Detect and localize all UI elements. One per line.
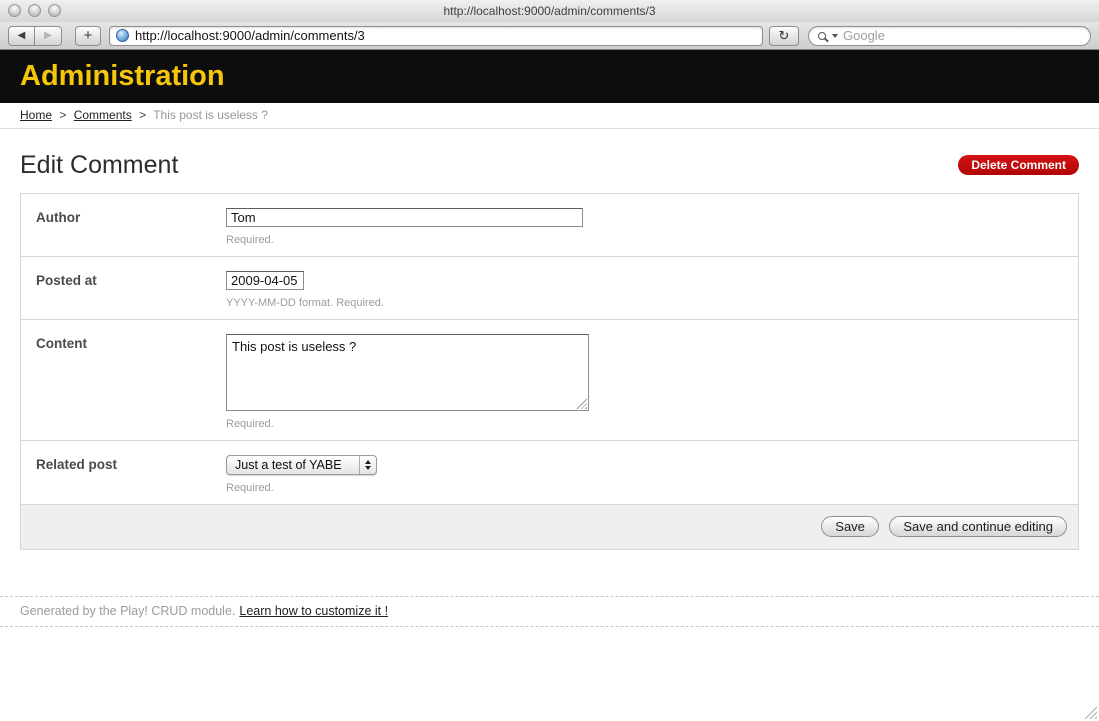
window-titlebar: http://localhost:9000/admin/comments/3 (0, 0, 1099, 22)
content-field-widget: This post is useless ? Required. (226, 334, 589, 430)
related-post-field-label: Related post (21, 455, 226, 494)
related-post-field-widget: Just a test of YABE Required. (226, 455, 377, 494)
select-stepper-arrows-icon (359, 456, 376, 474)
search-icon (818, 32, 826, 40)
author-field-row: Author Required. (21, 194, 1078, 257)
posted-at-help-text: YYYY-MM-DD format. Required. (226, 297, 384, 309)
breadcrumb: Home > Comments > This post is useless ? (0, 103, 1099, 129)
history-nav-group: ◀ ▶ (8, 26, 62, 46)
author-input[interactable] (226, 208, 583, 227)
back-button[interactable]: ◀ (8, 26, 35, 46)
breadcrumb-separator: > (59, 108, 66, 122)
page-footer: Generated by the Play! CRUD module. Learn… (0, 596, 1099, 627)
breadcrumb-separator: > (139, 108, 146, 122)
browser-toolbar: ◀ ▶ + ↻ (0, 22, 1099, 50)
search-field[interactable] (808, 26, 1091, 46)
posted-at-field-widget: YYYY-MM-DD format. Required. (226, 271, 384, 309)
content-textarea[interactable]: This post is useless ? (226, 334, 589, 411)
add-bookmark-button[interactable]: + (75, 26, 101, 46)
address-input[interactable] (135, 28, 756, 43)
admin-banner: Administration (0, 50, 1099, 103)
footer-text: Generated by the Play! CRUD module. (20, 604, 235, 618)
edit-comment-form: Author Required. Posted at YYYY-MM-DD fo… (20, 193, 1079, 550)
posted-at-field-row: Posted at YYYY-MM-DD format. Required. (21, 257, 1078, 320)
window-resize-grip[interactable] (1084, 706, 1097, 719)
related-post-help-text: Required. (226, 482, 377, 494)
form-actions-bar: Save Save and continue editing (21, 505, 1078, 549)
breadcrumb-home-link[interactable]: Home (20, 108, 52, 122)
forward-arrow-icon: ▶ (44, 30, 52, 41)
author-field-widget: Required. (226, 208, 583, 246)
breadcrumb-comments-link[interactable]: Comments (74, 108, 132, 122)
breadcrumb-current: This post is useless ? (153, 108, 268, 122)
favicon-globe-icon (116, 29, 129, 42)
back-arrow-icon: ◀ (18, 30, 26, 41)
posted-at-field-label: Posted at (21, 271, 226, 309)
save-and-continue-button[interactable]: Save and continue editing (889, 516, 1067, 537)
page-title: Edit Comment (20, 151, 178, 180)
content-field-label: Content (21, 334, 226, 430)
related-post-select[interactable]: Just a test of YABE (226, 455, 377, 475)
related-post-selected-value: Just a test of YABE (227, 458, 359, 472)
posted-at-input[interactable] (226, 271, 304, 290)
content-help-text: Required. (226, 418, 589, 430)
related-post-field-row: Related post Just a test of YABE Require… (21, 441, 1078, 505)
save-button[interactable]: Save (821, 516, 879, 537)
refresh-button[interactable]: ↻ (769, 26, 799, 46)
search-input[interactable] (843, 28, 1081, 43)
app-title: Administration (0, 50, 1099, 93)
page-content: Administration Home > Comments > This po… (0, 50, 1099, 721)
forward-button[interactable]: ▶ (35, 26, 62, 46)
window-title: http://localhost:9000/admin/comments/3 (0, 0, 1099, 22)
address-bar[interactable] (109, 26, 763, 46)
delete-comment-button[interactable]: Delete Comment (958, 155, 1079, 175)
content-field-row: Content This post is useless ? Required. (21, 320, 1078, 441)
search-engine-chevron-icon (832, 34, 838, 38)
author-field-label: Author (21, 208, 226, 246)
customize-link[interactable]: Learn how to customize it ! (239, 604, 388, 618)
author-help-text: Required. (226, 234, 583, 246)
browser-window: http://localhost:9000/admin/comments/3 ◀… (0, 0, 1099, 721)
page-title-row: Edit Comment Delete Comment (20, 150, 1079, 180)
